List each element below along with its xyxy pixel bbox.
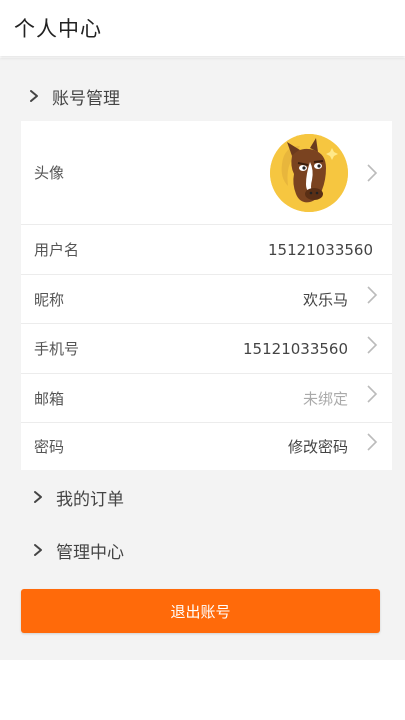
username-value: 15121033560 (268, 240, 373, 259)
avatar[interactable] (270, 134, 348, 212)
nickname-value: 欢乐马 (302, 290, 348, 309)
arrow-right-icon (367, 286, 378, 304)
username-label: 用户名 (34, 241, 80, 259)
section-label: 账号管理 (52, 88, 120, 109)
chevron-right-icon (30, 90, 38, 102)
page-title: 个人中心 (14, 17, 102, 41)
chevron-right-icon (34, 544, 42, 556)
row-email[interactable]: 邮箱 未绑定 (21, 374, 392, 423)
arrow-right-icon (367, 164, 378, 182)
avatar-label: 头像 (34, 164, 65, 182)
email-label: 邮箱 (34, 389, 65, 408)
row-username: 用户名 15121033560 (21, 225, 392, 275)
section-label: 我的订单 (56, 489, 124, 510)
nickname-label: 昵称 (34, 290, 65, 309)
password-label: 密码 (34, 438, 65, 456)
arrow-right-icon (367, 336, 378, 354)
row-phone[interactable]: 手机号 15121033560 (21, 324, 392, 374)
horse-avatar-icon (270, 134, 348, 212)
arrow-right-icon (367, 385, 378, 403)
phone-label: 手机号 (34, 340, 80, 358)
section-admin-center[interactable]: 管理中心 (30, 532, 124, 568)
chevron-right-icon (34, 491, 42, 503)
section-label: 管理中心 (56, 542, 124, 563)
phone-value: 15121033560 (243, 339, 348, 358)
row-avatar[interactable]: 头像 (21, 121, 392, 225)
arrow-right-icon (367, 433, 378, 451)
row-password[interactable]: 密码 修改密码 (21, 423, 392, 470)
section-account-management[interactable]: 账号管理 (26, 78, 120, 114)
app-header: 个人中心 (0, 0, 405, 56)
email-value: 未绑定 (302, 389, 348, 408)
password-value[interactable]: 修改密码 (288, 436, 348, 457)
section-my-orders[interactable]: 我的订单 (30, 479, 124, 515)
account-card: 头像 用户名 15121033560 昵称 欢乐马 手机号 1512103356… (21, 121, 392, 470)
row-nickname[interactable]: 昵称 欢乐马 (21, 275, 392, 324)
logout-button[interactable]: 退出账号 (21, 589, 380, 633)
main-content: 账号管理 头像 用户名 15121033560 昵称 欢乐马 手机号 15121… (0, 58, 405, 660)
